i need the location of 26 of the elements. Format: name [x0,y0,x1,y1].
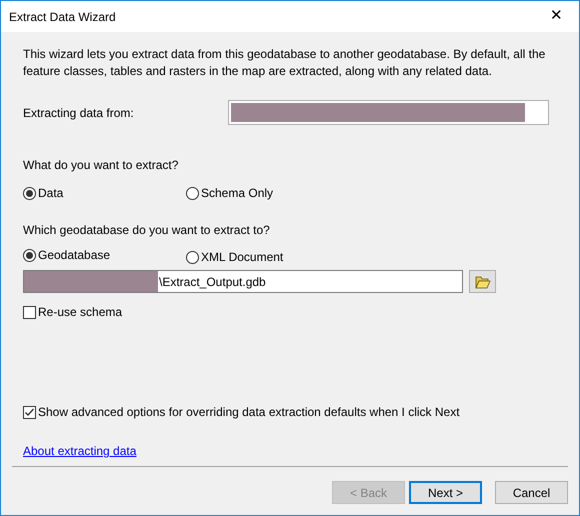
close-button[interactable]: ✕ [534,1,579,32]
window-title: Extract Data Wizard [9,8,116,26]
folder-icon [474,274,490,288]
path-field[interactable]: \Extract_Output.gdb [23,270,463,293]
checkbox[interactable] [23,406,36,418]
dialog-button[interactable]: Next > [409,481,482,504]
dialog-button[interactable]: Cancel [495,481,568,504]
checkbox[interactable] [23,306,36,318]
radio-button[interactable] [186,250,199,264]
intro-text: This wizard lets you extract data from this geodatabase to another geodatabase. By default, all the feature classes, tables and rasters in the map are extracted, along with any related data. [23,46,546,80]
checkbox-label: Re-use schema [38,304,122,321]
source-field[interactable] [228,100,549,125]
browse-button[interactable] [469,270,496,293]
checkbox-label: Show advanced options for overriding data extraction defaults when I click Next [38,404,460,421]
radio-label: Data [38,185,64,202]
radio-label: XML Document [201,249,284,266]
radio-label: Schema Only [201,185,274,202]
radio-button[interactable] [23,248,36,262]
question-text: Which geodatabase do you want to extract to? [23,222,270,239]
radio-button[interactable] [23,186,36,200]
field-label: Extracting data from: [23,104,135,122]
radio-button[interactable] [186,186,199,200]
question-text: What do you want to extract? [23,157,178,174]
radio-label: Geodatabase [38,247,110,264]
help-link[interactable]: About extracting data [23,442,136,460]
path-text: \Extract_Output.gdb [159,274,266,290]
